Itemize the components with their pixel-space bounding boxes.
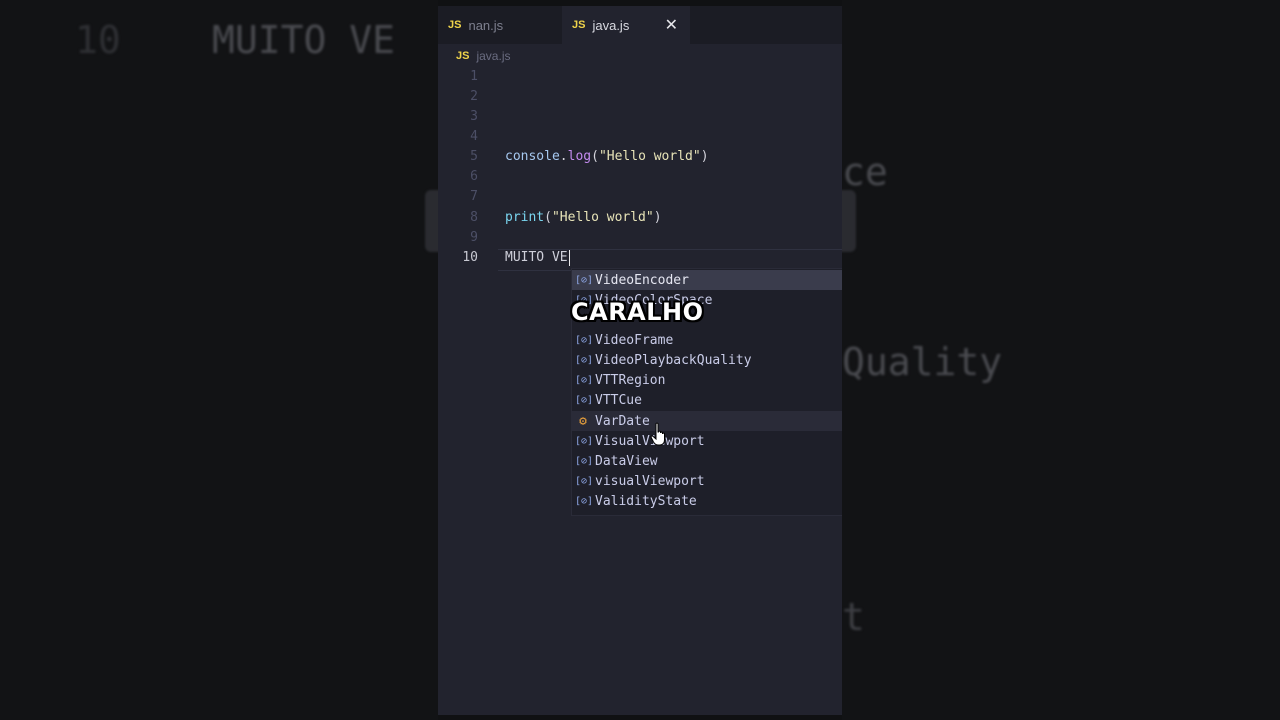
- code-editor: JS nan.js JS java.js ✕ JS java.js 1 2 3 …: [438, 6, 842, 715]
- variable-icon: [⊘]: [575, 435, 594, 447]
- backdrop-fragment: ce: [842, 150, 888, 194]
- token-string: "Hello world": [551, 210, 654, 225]
- token-punct: (: [544, 210, 552, 225]
- suggestion-label: VideoFrame: [595, 332, 674, 348]
- suggestion-item[interactable]: [⊘] VTTCue: [572, 390, 842, 410]
- breadcrumb: JS java.js: [438, 44, 842, 68]
- js-file-icon: JS: [456, 50, 470, 62]
- code-line[interactable]: 3: [438, 107, 842, 127]
- suggestion-label: VarDate: [595, 413, 650, 429]
- line-number: 1: [470, 69, 478, 84]
- line-number: 4: [470, 129, 478, 144]
- token-punct: .: [559, 149, 568, 164]
- suggestion-label: VTTRegion: [595, 372, 666, 388]
- hand-pointer-icon: [650, 422, 665, 446]
- tab-bar: JS nan.js JS java.js ✕: [438, 6, 842, 44]
- code-line[interactable]: 7: [438, 187, 842, 207]
- token-string: "Hello world": [598, 149, 701, 164]
- suggestion-item[interactable]: [⊘] VisualViewport: [572, 431, 842, 451]
- js-file-icon: JS: [448, 19, 462, 31]
- variable-icon: [⊘]: [575, 455, 594, 467]
- suggestion-label: ValidityState: [595, 493, 697, 509]
- tab-label: java.js: [592, 17, 630, 33]
- suggestion-label: VideoEncoder: [595, 272, 689, 288]
- token-method: log: [567, 149, 592, 164]
- tab-java-js[interactable]: JS java.js ✕: [562, 6, 690, 44]
- variable-icon: [⊘]: [575, 495, 594, 507]
- code-text: console.log("Hello world"): [505, 147, 709, 167]
- suggestion-item[interactable]: ⚙ VarDate: [572, 411, 842, 431]
- line-number: 3: [470, 109, 478, 124]
- line-number: 2: [470, 89, 478, 104]
- code-text: MUITO VE: [505, 248, 570, 268]
- line-number: 8: [470, 210, 478, 225]
- variable-icon: [⊘]: [575, 394, 594, 406]
- suggestion-label: VTTCue: [595, 392, 642, 408]
- code-line[interactable]: 1: [438, 67, 842, 87]
- code-line[interactable]: 8 print("Hello world"): [438, 208, 842, 228]
- tab-nan-js[interactable]: JS nan.js: [438, 6, 562, 44]
- line-number: 9: [470, 230, 478, 245]
- line-number: 7: [470, 189, 478, 204]
- suggestion-label: visualViewport: [595, 473, 705, 489]
- backdrop-fragment: t: [842, 595, 865, 639]
- token-method: print: [505, 210, 545, 225]
- token-object: console: [505, 149, 560, 164]
- close-icon[interactable]: ✕: [665, 15, 678, 34]
- code-line[interactable]: 4: [438, 127, 842, 147]
- variable-icon: [⊘]: [575, 354, 594, 366]
- line-number: 5: [470, 149, 478, 164]
- suggestion-item[interactable]: [⊘] VideoFrame: [572, 330, 842, 350]
- class-icon: ⚙: [579, 413, 587, 429]
- suggestion-item[interactable]: [⊘] VTTRegion: [572, 370, 842, 390]
- backdrop-fragment: Quality: [842, 340, 1003, 384]
- suggestion-item[interactable]: [⊘] ValidityState: [572, 491, 842, 511]
- code-line[interactable]: 5 console.log("Hello world"): [438, 147, 842, 167]
- variable-icon: [⊘]: [575, 334, 594, 346]
- js-file-icon: JS: [572, 19, 586, 31]
- code-line[interactable]: 6: [438, 167, 842, 187]
- suggestion-label: VideoPlaybackQuality: [595, 352, 752, 368]
- code-text: print("Hello world"): [505, 208, 662, 228]
- line-number: 10: [462, 250, 478, 265]
- line-number: 6: [470, 169, 478, 184]
- backdrop-code: MUITO VE: [212, 18, 396, 62]
- suggestion-item[interactable]: [⊘] VideoPlaybackQuality: [572, 350, 842, 370]
- variable-icon: [⊘]: [575, 374, 594, 386]
- token-punct: ): [653, 210, 662, 225]
- typed-text: MUITO VE: [505, 250, 568, 265]
- token-punct: (: [591, 149, 599, 164]
- backdrop-line-number: 10: [75, 18, 121, 62]
- token-punct: ): [700, 149, 709, 164]
- video-caption: CARALHO: [571, 298, 704, 326]
- suggestion-item[interactable]: [⊘] DataView: [572, 451, 842, 471]
- suggestion-label: DataView: [595, 453, 658, 469]
- backdrop-left-blur: [0, 0, 438, 720]
- text-cursor: [568, 249, 570, 266]
- code-line[interactable]: 2: [438, 87, 842, 107]
- suggestion-item[interactable]: [⊘] visualViewport: [572, 471, 842, 491]
- code-line-current[interactable]: 10 MUITO VE: [438, 248, 842, 268]
- variable-icon: [⊘]: [575, 475, 594, 487]
- breadcrumb-file[interactable]: java.js: [476, 49, 510, 63]
- tab-label: nan.js: [468, 17, 504, 33]
- suggestion-item[interactable]: [⊘] VideoEncoder: [572, 270, 842, 290]
- variable-icon: [⊘]: [575, 274, 594, 286]
- code-line[interactable]: 9: [438, 228, 842, 248]
